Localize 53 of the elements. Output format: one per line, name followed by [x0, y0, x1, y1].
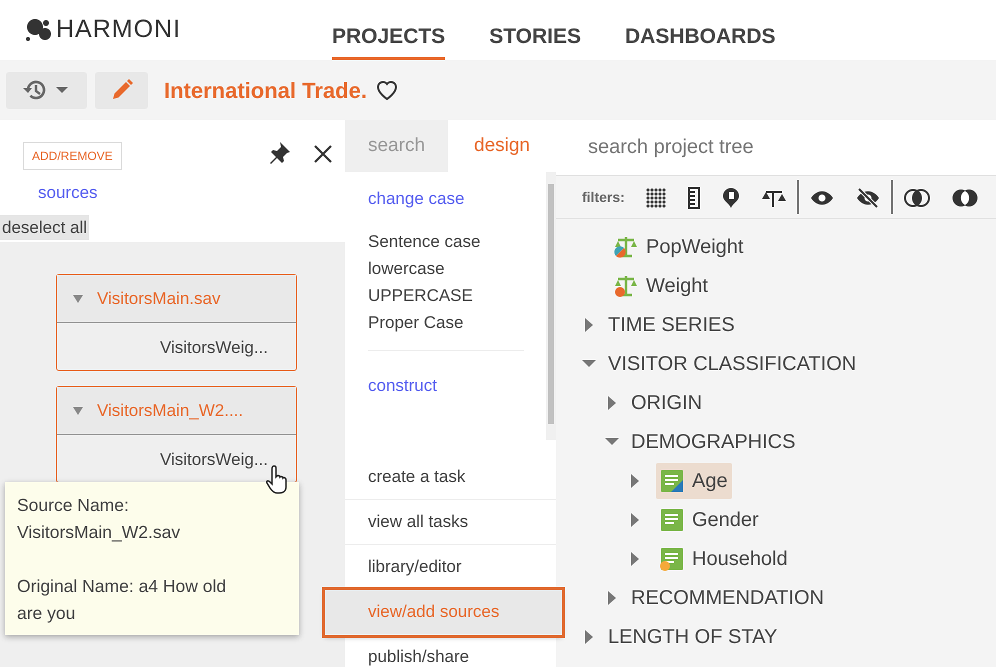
caret-icon[interactable] — [73, 406, 83, 416]
ruler-icon[interactable] — [688, 186, 700, 209]
document-icon — [660, 546, 684, 570]
tree-item[interactable]: Household — [656, 540, 792, 576]
tree-folder[interactable]: LENGTH OF STAY — [608, 622, 778, 652]
case-option[interactable]: Sentence case — [368, 228, 534, 254]
case-option[interactable]: lowercase — [368, 254, 534, 282]
nav-tab[interactable]: STORIES — [489, 0, 582, 60]
search-field[interactable]: search project tree — [556, 120, 996, 175]
source-item[interactable]: VisitorsWeig... — [57, 435, 296, 482]
tooltip-text: Source Name: — [17, 494, 130, 517]
edit-button[interactable] — [95, 72, 148, 108]
scale-icon — [614, 234, 638, 258]
tooltip-text: VisitorsMain_W2.sav — [17, 521, 182, 544]
venn-icon[interactable] — [904, 188, 930, 208]
brand-name: HARMONI — [56, 14, 182, 46]
close-icon[interactable] — [313, 144, 333, 164]
section-link[interactable]: change case — [368, 186, 534, 212]
tooltip-text: Original Name: a4 How old are you — [17, 575, 228, 625]
source-item[interactable]: VisitorsWeig... — [57, 323, 296, 370]
heart-icon[interactable] — [374, 79, 399, 101]
history-button[interactable] — [6, 72, 87, 108]
tree-folder[interactable]: DEMOGRAPHICS — [631, 426, 796, 456]
map-pin-icon[interactable] — [722, 186, 740, 209]
tree-folder[interactable]: ORIGIN — [631, 388, 702, 418]
venn-filled-icon[interactable] — [952, 188, 978, 208]
case-option[interactable]: Proper Case — [368, 308, 534, 336]
project-title: International Trade. — [164, 76, 367, 104]
case-option[interactable]: UPPERCASE — [368, 282, 534, 308]
document-icon — [660, 468, 684, 492]
tree-item[interactable]: PopWeight — [610, 228, 748, 264]
sources-link[interactable]: sources — [38, 180, 98, 206]
logo-icon — [24, 17, 52, 43]
deselect-all-button[interactable]: deselect all — [0, 214, 90, 240]
section-link[interactable]: construct — [368, 372, 534, 398]
caret-icon[interactable] — [73, 294, 83, 304]
tree-item[interactable]: Age — [656, 462, 732, 498]
filters-label: filters: — [582, 188, 625, 206]
nav-tab[interactable]: DASHBOARDS — [625, 0, 776, 60]
scale-icon — [614, 274, 638, 298]
tree-folder[interactable]: VISITOR CLASSIFICATION — [608, 348, 856, 378]
eye-icon[interactable] — [810, 190, 834, 206]
scrollbar[interactable] — [546, 172, 556, 440]
document-icon — [660, 508, 684, 532]
history-icon — [22, 78, 48, 102]
grid-icon[interactable] — [646, 188, 666, 208]
tree-folder[interactable]: RECOMMENDATION — [631, 582, 824, 612]
scale-icon[interactable] — [762, 188, 786, 207]
tree-folder[interactable]: TIME SERIES — [608, 310, 735, 340]
tree-item[interactable]: Weight — [610, 268, 712, 304]
caret-icon — [56, 86, 68, 94]
eye-slash-icon[interactable] — [856, 188, 880, 208]
tree-item[interactable]: Gender — [656, 502, 763, 538]
